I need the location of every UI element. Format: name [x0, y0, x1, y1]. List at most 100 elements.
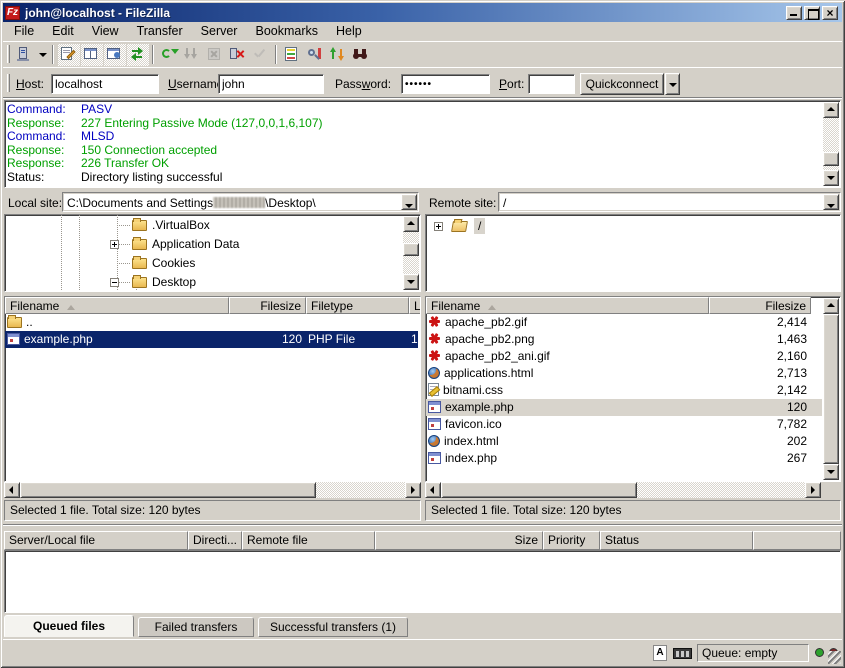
tree-item-root[interactable]: /: [426, 217, 838, 236]
scroll-left-button[interactable]: [425, 482, 441, 498]
scroll-up-button[interactable]: [823, 298, 839, 314]
tree-item-application-data[interactable]: Application Data: [5, 235, 402, 254]
column-header-filesize[interactable]: Filesize: [229, 297, 306, 314]
file-name-cell: example.php: [7, 331, 225, 348]
menu-item-bookmarks[interactable]: Bookmarks: [246, 22, 327, 41]
menu-item-help[interactable]: Help: [327, 22, 371, 41]
scroll-down-button[interactable]: [823, 170, 839, 186]
log-scrollbar[interactable]: [823, 102, 839, 186]
tree-item-desktop[interactable]: Desktop: [5, 273, 402, 292]
synchronized-browsing-button[interactable]: [327, 44, 349, 66]
menu-item-file[interactable]: File: [5, 22, 43, 41]
scroll-right-button[interactable]: [405, 482, 421, 498]
file-row[interactable]: index.html202: [426, 433, 822, 450]
local-hscrollbar[interactable]: [4, 482, 421, 498]
local-tree-scrollbar[interactable]: [403, 216, 419, 290]
speed-limit-icon[interactable]: [673, 648, 692, 659]
scroll-down-button[interactable]: [403, 274, 419, 290]
local-site-dropdown-button[interactable]: [401, 194, 417, 210]
scroll-left-button[interactable]: [4, 482, 20, 498]
tab-successful-transfers-1[interactable]: Successful transfers (1): [258, 617, 408, 637]
site-manager-button[interactable]: [13, 44, 35, 66]
port-input[interactable]: [528, 74, 575, 94]
column-header-l[interactable]: L: [409, 297, 421, 314]
tree-item-virtualbox[interactable]: .VirtualBox: [5, 216, 402, 235]
menu-item-view[interactable]: View: [83, 22, 128, 41]
scroll-down-button[interactable]: [823, 464, 839, 480]
column-header-filetype[interactable]: Filetype: [306, 297, 409, 314]
expand-icon[interactable]: [110, 240, 119, 249]
column-header-filename[interactable]: Filename: [426, 297, 709, 314]
password-input[interactable]: [401, 74, 490, 94]
transfer-type-icon[interactable]: A: [653, 645, 667, 661]
reconnect-button[interactable]: [250, 44, 272, 66]
scroll-right-button[interactable]: [805, 482, 821, 498]
title-bar[interactable]: Fz john@localhost - FileZilla ×: [3, 3, 842, 22]
log-line-text: 227 Entering Passive Mode (127,0,0,1,6,1…: [81, 116, 323, 130]
scroll-thumb[interactable]: [823, 314, 839, 464]
toggle-log-view-button[interactable]: [58, 44, 80, 66]
menu-item-server[interactable]: Server: [192, 22, 247, 41]
quickbar-grip[interactable]: [7, 74, 10, 92]
scroll-up-button[interactable]: [823, 102, 839, 118]
scroll-thumb[interactable]: [823, 152, 839, 166]
menu-item-edit[interactable]: Edit: [43, 22, 83, 41]
toolbar-grip[interactable]: [7, 45, 10, 63]
resize-grip[interactable]: [828, 651, 841, 664]
scroll-thumb[interactable]: [403, 243, 419, 256]
remote-site-dropdown-button[interactable]: [823, 194, 839, 210]
disconnect-button[interactable]: [227, 44, 249, 66]
sort-ascending-icon: [67, 305, 75, 310]
remote-list-scrollbar[interactable]: [823, 298, 839, 480]
queue-column-server-local-file[interactable]: Server/Local file: [4, 531, 188, 550]
file-row[interactable]: example.php120: [426, 399, 822, 416]
process-queue-button[interactable]: [181, 44, 203, 66]
queue-column-priority[interactable]: Priority: [543, 531, 600, 550]
file-row[interactable]: applications.html2,713: [426, 365, 822, 382]
file-row[interactable]: apache_pb2_ani.gif2,160: [426, 348, 822, 365]
toggle-queue-view-button[interactable]: [127, 44, 149, 66]
queue-column-directi[interactable]: Directi...: [188, 531, 242, 550]
filter-listing-button[interactable]: [281, 44, 303, 66]
queue-column-size[interactable]: Size: [375, 531, 543, 550]
file-row[interactable]: example.php120PHP File1: [5, 331, 418, 348]
toggle-local-tree-button[interactable]: [81, 44, 103, 66]
menu-item-transfer[interactable]: Transfer: [128, 22, 192, 41]
collapse-icon[interactable]: [110, 278, 119, 287]
remote-hscrollbar[interactable]: [425, 482, 821, 498]
column-header-filesize[interactable]: Filesize: [709, 297, 811, 314]
tree-item-cookies[interactable]: Cookies: [5, 254, 402, 273]
toggle-remote-tree-button[interactable]: [104, 44, 126, 66]
file-row[interactable]: favicon.ico7,782: [426, 416, 822, 433]
remote-site-combo[interactable]: /: [498, 192, 841, 212]
refresh-button[interactable]: [158, 44, 180, 66]
minimize-button[interactable]: [786, 6, 802, 20]
queue-column-status[interactable]: Status: [600, 531, 753, 550]
tab-failed-transfers[interactable]: Failed transfers: [138, 617, 254, 637]
site-manager-dropdown-button[interactable]: [36, 44, 49, 66]
filter-listing-icon: [283, 46, 299, 62]
local-site-combo[interactable]: C:\Documents and Settings\Desktop\: [62, 192, 419, 212]
file-row[interactable]: ..: [5, 314, 418, 331]
expand-icon[interactable]: [434, 222, 443, 231]
scroll-up-button[interactable]: [403, 216, 419, 232]
find-files-button[interactable]: [350, 44, 372, 66]
cancel-operation-button[interactable]: [204, 44, 226, 66]
host-input[interactable]: [51, 74, 159, 94]
quickconnect-button[interactable]: Quickconnect: [580, 73, 664, 95]
file-row[interactable]: bitnami.css2,142: [426, 382, 822, 399]
column-header-filename[interactable]: Filename: [5, 297, 229, 314]
file-row[interactable]: apache_pb2.png1,463: [426, 331, 822, 348]
maximize-button[interactable]: [804, 6, 820, 20]
directory-comparison-button[interactable]: [304, 44, 326, 66]
scroll-thumb[interactable]: [441, 482, 637, 498]
quickconnect-dropdown-button[interactable]: [665, 73, 680, 95]
scroll-thumb[interactable]: [20, 482, 316, 498]
close-button[interactable]: ×: [822, 6, 838, 20]
username-input[interactable]: [218, 74, 324, 94]
file-row[interactable]: index.php267: [426, 450, 822, 467]
queue-column-remote-file[interactable]: Remote file: [242, 531, 375, 550]
file-row[interactable]: apache_pb2.gif2,414: [426, 314, 822, 331]
tab-queued-files[interactable]: Queued files: [4, 615, 134, 637]
queue-column-blank[interactable]: [753, 531, 841, 550]
